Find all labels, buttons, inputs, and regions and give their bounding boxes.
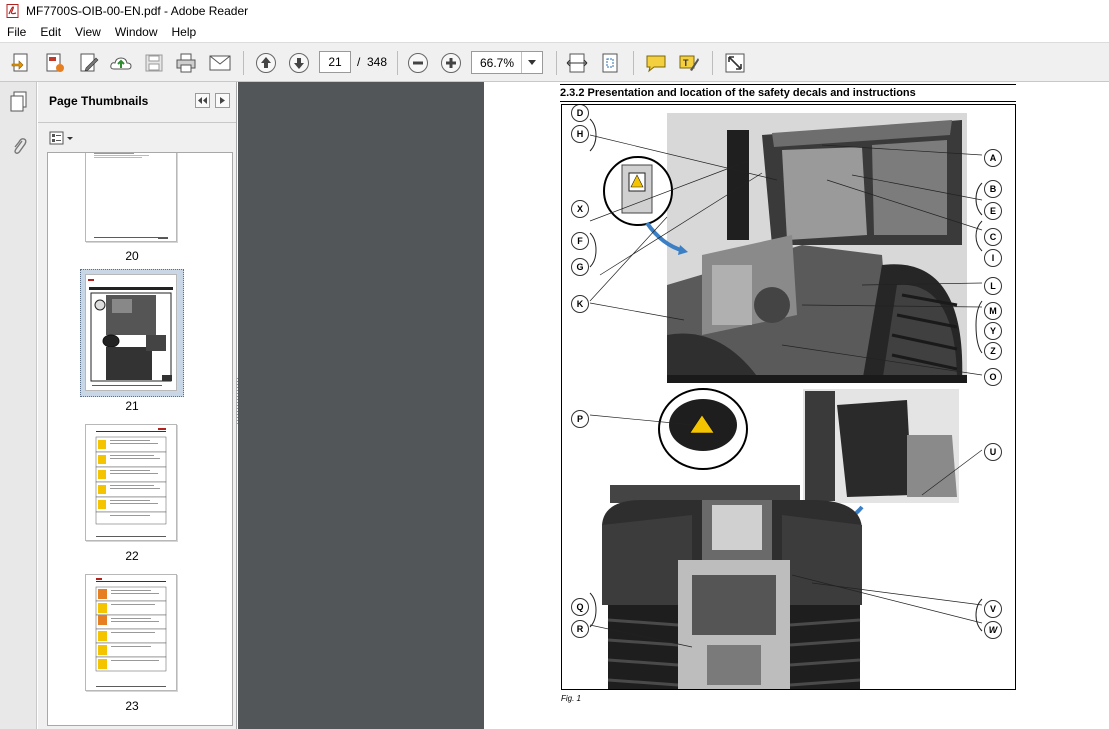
callout-l: L bbox=[984, 277, 1002, 295]
figure-safety-decals: X D H F G K P Q R A B E C I L M Y Z O U … bbox=[561, 104, 1016, 690]
header-rule bbox=[560, 84, 1016, 85]
page-separator: / bbox=[357, 55, 361, 69]
email-icon[interactable] bbox=[207, 50, 233, 76]
callout-q: Q bbox=[571, 598, 589, 616]
menu-edit[interactable]: Edit bbox=[33, 25, 68, 39]
thumbnail-page-21[interactable] bbox=[85, 274, 177, 391]
thumbnail-list: 20 21 22 23 bbox=[47, 152, 233, 726]
export-pdf-icon[interactable] bbox=[42, 50, 68, 76]
highlight-icon[interactable]: T bbox=[676, 50, 702, 76]
thumbnail-page-23[interactable] bbox=[85, 574, 177, 691]
thumbnail-label: 22 bbox=[125, 549, 139, 563]
zoom-in-icon[interactable] bbox=[438, 50, 464, 76]
callout-o: O bbox=[984, 368, 1002, 386]
create-pdf-icon[interactable] bbox=[8, 50, 34, 76]
tractor-illustration bbox=[589, 113, 983, 689]
callout-k: K bbox=[571, 295, 589, 313]
toolbar-separator bbox=[556, 51, 557, 75]
toolbar: 21 / 348 66.7% T bbox=[0, 42, 1109, 82]
toolbar-separator bbox=[243, 51, 244, 75]
toolbar-separator bbox=[397, 51, 398, 75]
comment-icon[interactable] bbox=[643, 50, 669, 76]
thumbnail-label: 20 bbox=[125, 249, 139, 263]
callout-h: H bbox=[571, 125, 589, 143]
window-title: MF7700S-OIB-00-EN.pdf - Adobe Reader bbox=[26, 4, 249, 18]
cloud-upload-icon[interactable] bbox=[108, 50, 134, 76]
document-view[interactable]: 2.3.2 Presentation and location of the s… bbox=[238, 82, 1109, 729]
thumbnail-label: 23 bbox=[125, 699, 139, 713]
thumbnail-label: 21 bbox=[125, 399, 139, 413]
edit-icon[interactable] bbox=[76, 50, 102, 76]
menu-help[interactable]: Help bbox=[165, 25, 204, 39]
previous-page-icon[interactable] bbox=[253, 50, 279, 76]
zoom-value: 66.7% bbox=[480, 56, 515, 70]
callout-p: P bbox=[571, 410, 589, 428]
section-title: 2.3.2 Presentation and location of the s… bbox=[560, 87, 916, 99]
panel-title: Page Thumbnails bbox=[49, 94, 149, 108]
page-total: 348 bbox=[367, 55, 388, 69]
page-number-input[interactable]: 21 bbox=[319, 51, 351, 73]
thumbnail-options-button[interactable] bbox=[49, 130, 75, 146]
callout-x: X bbox=[571, 200, 589, 218]
header-rule bbox=[560, 101, 1016, 102]
callout-z: Z bbox=[984, 342, 1002, 360]
next-page-icon[interactable] bbox=[286, 50, 312, 76]
attachments-icon[interactable] bbox=[7, 134, 31, 158]
chevron-down-icon[interactable] bbox=[521, 52, 542, 73]
divider bbox=[38, 122, 236, 123]
toolbar-separator bbox=[633, 51, 634, 75]
callout-v: V bbox=[984, 600, 1002, 618]
toolbar-separator bbox=[712, 51, 713, 75]
menu-file[interactable]: File bbox=[0, 25, 33, 39]
document-page: 2.3.2 Presentation and location of the s… bbox=[484, 82, 1109, 729]
callout-y: Y bbox=[984, 322, 1002, 340]
menu-view[interactable]: View bbox=[68, 25, 108, 39]
callout-u: U bbox=[984, 443, 1002, 461]
callout-b: B bbox=[984, 180, 1002, 198]
callout-c: C bbox=[984, 228, 1002, 246]
save-icon[interactable] bbox=[141, 50, 167, 76]
callout-w: W bbox=[984, 621, 1002, 639]
callout-g: G bbox=[571, 258, 589, 276]
adobe-reader-icon bbox=[6, 4, 19, 18]
chevron-right-icon[interactable] bbox=[215, 93, 230, 108]
callout-r: R bbox=[571, 620, 589, 638]
page-thumbnails-icon[interactable] bbox=[7, 90, 31, 114]
callout-e: E bbox=[984, 202, 1002, 220]
svg-text:T: T bbox=[683, 58, 689, 68]
menu-bar: File Edit View Window Help bbox=[0, 22, 1109, 42]
callout-m: M bbox=[984, 302, 1002, 320]
callout-f: F bbox=[571, 232, 589, 250]
thumbnail-page-22[interactable] bbox=[85, 424, 177, 541]
figure-caption: Fig. 1 bbox=[561, 694, 582, 703]
fit-width-icon[interactable] bbox=[564, 50, 590, 76]
page-thumbnails-panel: Page Thumbnails 20 21 22 23 bbox=[38, 82, 266, 729]
zoom-select[interactable]: 66.7% bbox=[471, 51, 543, 74]
print-icon[interactable] bbox=[173, 50, 199, 76]
collapse-panel-icon[interactable] bbox=[195, 93, 210, 108]
thumbnail-page-20[interactable] bbox=[85, 153, 177, 242]
menu-window[interactable]: Window bbox=[108, 25, 165, 39]
callout-i: I bbox=[984, 249, 1002, 267]
callout-a: A bbox=[984, 149, 1002, 167]
full-screen-icon[interactable] bbox=[722, 50, 748, 76]
zoom-out-icon[interactable] bbox=[405, 50, 431, 76]
callout-d: D bbox=[571, 105, 589, 122]
fit-page-icon[interactable] bbox=[597, 50, 623, 76]
navigation-pane-strip bbox=[0, 82, 37, 729]
title-bar: MF7700S-OIB-00-EN.pdf - Adobe Reader bbox=[0, 0, 1109, 22]
